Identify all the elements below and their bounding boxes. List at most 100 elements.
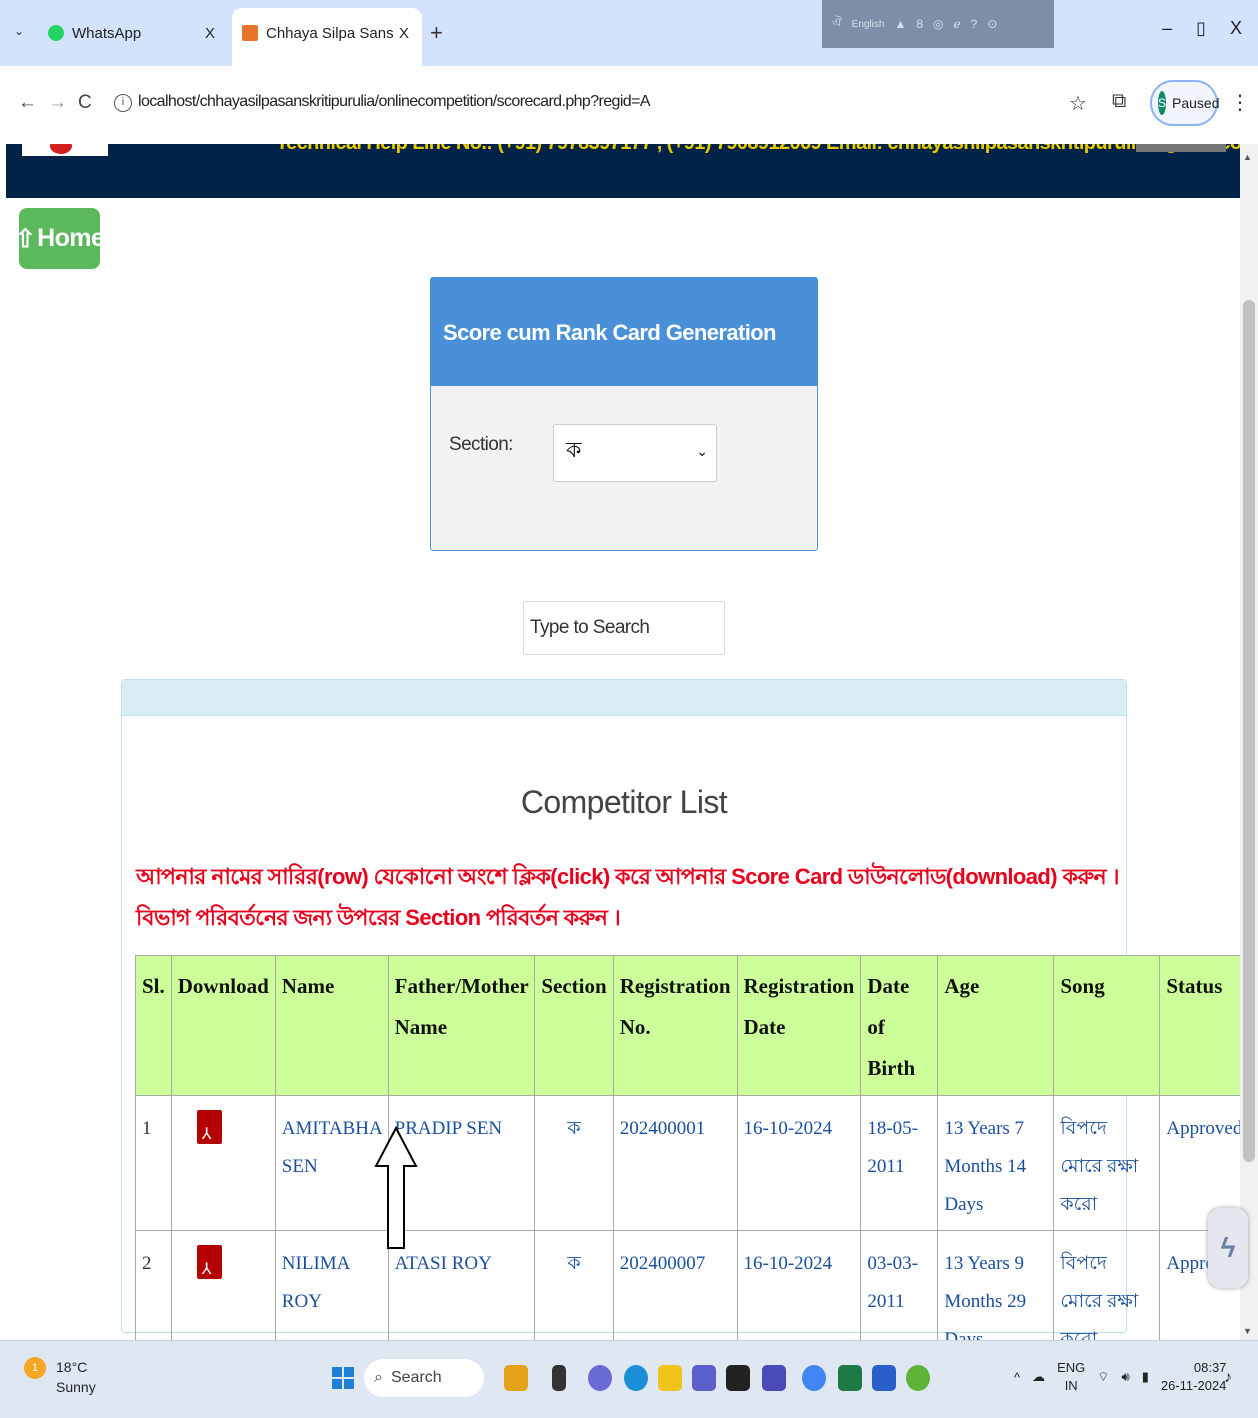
download-instruction: আপনার নামের সারির(row) যেকোনো অংশে ক্লিক… [136, 864, 1119, 930]
teams-icon[interactable] [692, 1365, 716, 1391]
onedrive-icon[interactable]: ☁ [1032, 1369, 1045, 1385]
cell-name: AMITABHA SEN [274, 1095, 389, 1231]
clock-date: 26-11-2024 [1160, 1378, 1227, 1393]
scorecard-panel: Score cum Rank Card Generation Section: … [430, 277, 818, 551]
browser-menu-icon[interactable]: ⋮ [1230, 90, 1250, 115]
windows-start-icon[interactable] [332, 1367, 354, 1389]
tab-label: Chhaya Silpa Sanskriti, Purulia [266, 24, 394, 42]
extensions-icon[interactable]: ⧉ [1112, 90, 1126, 113]
volume-icon[interactable]: 🔊︎ [1122, 1369, 1130, 1385]
site-info-icon[interactable]: i [114, 94, 132, 112]
scrollbar-thumb[interactable] [1243, 300, 1255, 1162]
chevron-down-icon: ⌄ [696, 443, 708, 459]
cell-sl: 1 [135, 1095, 172, 1231]
tab-search-dropdown-icon[interactable]: ⌄ [14, 24, 24, 38]
minimize-button[interactable]: – [1162, 18, 1172, 39]
site-logo [22, 144, 108, 156]
pdf-download-icon[interactable] [196, 1245, 222, 1289]
chevron-up-icon[interactable]: ^ [1014, 1370, 1020, 1385]
file-app-icon[interactable] [504, 1365, 528, 1391]
scroll-down-icon[interactable]: ▼ [1243, 1326, 1252, 1336]
clock[interactable]: 08:37 26-11-2024 [1161, 1359, 1227, 1395]
toolbar-item[interactable]: English [852, 19, 885, 30]
notification-bell-icon[interactable]: ♪ [1224, 1369, 1232, 1387]
scroll-up-icon[interactable]: ▲ [1243, 152, 1252, 162]
close-window-button[interactable]: X [1230, 18, 1242, 39]
tab-close-icon[interactable]: X [394, 25, 414, 42]
chrome-icon[interactable] [802, 1365, 826, 1391]
lightning-icon: ϟ [1220, 1232, 1236, 1263]
cell-reg-date: 16-10-2024 [736, 1095, 862, 1231]
col-header-reg-date: Registration Date [736, 955, 862, 1096]
address-bar[interactable]: i localhost/chhayasilpasanskritipurulia/… [104, 82, 1064, 126]
app-icon[interactable] [762, 1365, 786, 1391]
search-icon: ⌕ [374, 1369, 383, 1386]
taskbar-search[interactable]: ⌕ Search [364, 1359, 484, 1397]
site-favicon-icon [242, 25, 258, 41]
window-controls: – ▯ X [1162, 18, 1258, 39]
weather-condition: Sunny [56, 1379, 96, 1395]
floating-widget-button[interactable]: ϟ [1208, 1208, 1248, 1288]
card-header [122, 680, 1126, 716]
copilot-icon[interactable] [588, 1365, 612, 1391]
tab-strip: ⌄ WhatsApp X Chhaya Silpa Sanskriti, Pur… [0, 0, 1258, 66]
task-view-icon[interactable] [552, 1365, 566, 1391]
section-label: Section: [449, 434, 513, 455]
col-header-section: Section [534, 955, 614, 1096]
bookmark-star-icon[interactable]: ☆ [1069, 91, 1087, 116]
whatsapp-icon [48, 25, 64, 41]
pdf-download-icon[interactable] [196, 1110, 222, 1154]
toolbar-item[interactable]: ◎ [933, 17, 943, 31]
cell-reg-no: 202400001 [612, 1095, 738, 1231]
clock-time: 08:37 [1193, 1360, 1227, 1375]
weather-sun-icon: 1 [24, 1357, 46, 1379]
maximize-button[interactable]: ▯ [1196, 18, 1206, 39]
battery-icon[interactable]: ▮ [1142, 1369, 1149, 1385]
app-icon[interactable] [906, 1365, 930, 1391]
forward-button[interactable]: → [48, 92, 67, 114]
annotation-arrow-icon [374, 1126, 418, 1249]
col-header-parent: Father/Mother Name [387, 955, 536, 1096]
taskbar-search-label: Search [390, 1369, 442, 1386]
col-header-sl: Sl. [135, 955, 172, 1096]
search-input[interactable]: Type to Search [523, 601, 725, 655]
tab-chhaya-silpa[interactable]: Chhaya Silpa Sanskriti, Purulia X [232, 8, 422, 66]
col-header-status: Status [1159, 955, 1250, 1096]
toolbar-item[interactable]: 8 [916, 17, 923, 31]
toolbar-item[interactable]: ঐ [832, 14, 842, 34]
back-button[interactable]: ← [18, 92, 37, 114]
site-header: Technical Help Line No.: (+91) 797839717… [6, 144, 1240, 198]
lang-bottom: IN [1064, 1378, 1078, 1393]
col-header-name: Name [274, 955, 389, 1096]
home-icon: ⇧ [14, 224, 36, 253]
panel-title: Score cum Rank Card Generation [431, 278, 817, 386]
profile-paused-button[interactable]: S Paused [1150, 80, 1220, 126]
new-tab-button[interactable]: + [430, 20, 443, 46]
language-indicator[interactable]: ENG IN [1057, 1359, 1085, 1395]
store-icon[interactable] [726, 1365, 750, 1391]
cell-dob: 18-05-2011 [860, 1095, 939, 1231]
toolbar-item[interactable]: ℯ [954, 17, 961, 31]
word-icon[interactable] [872, 1365, 896, 1391]
table-row[interactable]: 1 AMITABHA SEN PRADIP SEN ক 202400001 16… [135, 1095, 1250, 1231]
tab-close-icon[interactable]: X [200, 25, 220, 42]
file-explorer-icon[interactable] [658, 1365, 682, 1391]
reload-button[interactable]: C [78, 92, 92, 114]
home-button[interactable]: ⇧ Home [15, 208, 105, 269]
tab-whatsapp[interactable]: WhatsApp X [38, 8, 228, 58]
edge-icon[interactable] [624, 1365, 648, 1391]
toolbar-item[interactable]: ? [971, 17, 978, 31]
toolbar-item[interactable]: ⊙ [987, 17, 997, 31]
col-header-download: Download [170, 955, 276, 1096]
wifi-icon[interactable]: ⌔ [1097, 1369, 1109, 1385]
cell-download[interactable] [170, 1095, 276, 1231]
weather-widget[interactable]: 1 18°C Sunny [24, 1357, 96, 1397]
excel-icon[interactable] [838, 1365, 862, 1391]
avatar: S [1158, 91, 1167, 115]
competitor-table: Sl. Download Name Father/Mother Name Sec… [135, 955, 1250, 1367]
profile-status: Paused [1172, 95, 1220, 111]
url-text[interactable]: localhost/chhayasilpasanskritipurulia/on… [138, 93, 651, 111]
toolbar-item[interactable]: ▲ [894, 17, 906, 31]
section-select[interactable]: ক ⌄ [553, 424, 717, 482]
col-header-song: Song [1053, 955, 1161, 1096]
